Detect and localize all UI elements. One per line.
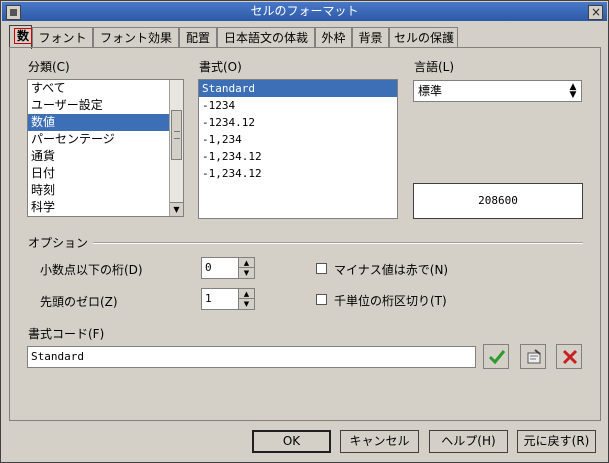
window-menu-icon[interactable] — [6, 5, 21, 20]
format-item[interactable]: -1234.12 — [199, 114, 397, 131]
tab-asian-typography[interactable]: 日本語文の体裁 — [217, 27, 315, 47]
format-item-selected[interactable]: Standard — [199, 80, 397, 97]
tab-font[interactable]: フォント — [32, 27, 93, 47]
format-item[interactable]: -1234 — [199, 97, 397, 114]
tab-number[interactable]: 数 — [9, 25, 33, 49]
category-item[interactable]: 日付 — [28, 165, 183, 182]
spin-down-icon[interactable]: ▼ — [239, 268, 254, 278]
category-item[interactable]: パーセンテージ — [28, 131, 183, 148]
cancel-button[interactable]: キャンセル — [340, 430, 419, 453]
language-value: 標準 — [418, 84, 443, 98]
tab-borders[interactable]: 外枠 — [315, 27, 352, 47]
spin-up-icon[interactable]: ▲ — [239, 289, 254, 299]
category-item[interactable]: 通貨 — [28, 148, 183, 165]
tab-background[interactable]: 背景 — [352, 27, 389, 47]
format-item[interactable]: -1,234 — [199, 131, 397, 148]
spin-down-icon[interactable]: ▼ — [239, 299, 254, 309]
decimal-places-spinner[interactable]: 0 ▲ ▼ — [201, 257, 255, 279]
delete-x-icon — [562, 349, 578, 365]
edit-comment-icon — [527, 349, 541, 364]
format-cells-dialog: セルのフォーマット 数 フォント フォント効果 配置 日本語文の体裁 外枠 背景… — [0, 0, 609, 463]
category-item-selected[interactable]: 数値 — [28, 114, 183, 131]
category-list[interactable]: すべて ユーザー設定 数値 パーセンテージ 通貨 日付 時刻 科学 ▼ — [27, 79, 184, 217]
language-select[interactable]: 標準 ▲ ▼ — [413, 80, 582, 102]
preview-box: 208600 — [413, 183, 583, 219]
leading-zeros-label: 先頭のゼロ(Z) — [40, 295, 118, 309]
tab-alignment[interactable]: 配置 — [179, 27, 217, 47]
decimal-places-label: 小数点以下の桁(D) — [40, 263, 143, 277]
reset-button[interactable]: 元に戻す(R) — [517, 430, 596, 453]
accept-button[interactable] — [483, 344, 509, 369]
tab-font-effects[interactable]: フォント効果 — [93, 27, 179, 47]
help-button[interactable]: ヘルプ(H) — [429, 430, 508, 453]
spin-up-icon[interactable]: ▲ — [239, 258, 254, 268]
format-code-label: 書式コード(F) — [28, 327, 105, 341]
category-label: 分類(C) — [28, 60, 70, 74]
negative-red-checkbox[interactable] — [316, 263, 327, 274]
title-bar[interactable]: セルのフォーマット — [2, 2, 607, 22]
spinner-buttons: ▲ ▼ — [238, 258, 254, 278]
thousands-separator-checkbox[interactable] — [316, 294, 327, 305]
preview-value: 208600 — [478, 194, 518, 207]
delete-button[interactable] — [556, 344, 582, 369]
category-item[interactable]: 時刻 — [28, 182, 183, 199]
category-scrollbar[interactable]: ▼ — [169, 80, 183, 216]
edit-comment-button[interactable] — [520, 344, 546, 369]
close-icon[interactable] — [588, 3, 603, 22]
format-list[interactable]: Standard -1234 -1234.12 -1,234 -1,234.12… — [198, 79, 398, 219]
negative-red-label: マイナス値は赤で(N) — [334, 263, 449, 277]
format-code-input[interactable]: Standard — [27, 346, 476, 368]
ok-button[interactable]: OK — [252, 430, 331, 453]
updown-arrow-icon: ▲ ▼ — [569, 82, 577, 100]
language-label: 言語(L) — [414, 60, 455, 74]
tab-cell-protection[interactable]: セルの保護 — [389, 27, 458, 47]
category-item[interactable]: すべて — [28, 80, 183, 97]
options-group-label: オプション — [28, 236, 89, 250]
spinner-buttons: ▲ ▼ — [238, 289, 254, 309]
thousands-separator-label: 千単位の桁区切り(T) — [334, 294, 447, 308]
window-title: セルのフォーマット — [250, 4, 359, 18]
category-item[interactable]: ユーザー設定 — [28, 97, 183, 114]
options-divider — [93, 242, 583, 244]
scroll-down-icon[interactable]: ▼ — [170, 202, 183, 216]
format-item[interactable]: -1,234.12 — [199, 165, 397, 182]
format-label: 書式(O) — [199, 60, 242, 74]
leading-zeros-spinner[interactable]: 1 ▲ ▼ — [201, 288, 255, 310]
format-item[interactable]: -1,234.12 — [199, 148, 397, 165]
checkmark-icon — [488, 350, 506, 365]
scrollbar-thumb[interactable] — [171, 110, 182, 160]
category-item[interactable]: 科学 — [28, 199, 183, 216]
leading-zeros-value: 1 — [205, 292, 212, 305]
decimal-places-value: 0 — [205, 261, 212, 274]
